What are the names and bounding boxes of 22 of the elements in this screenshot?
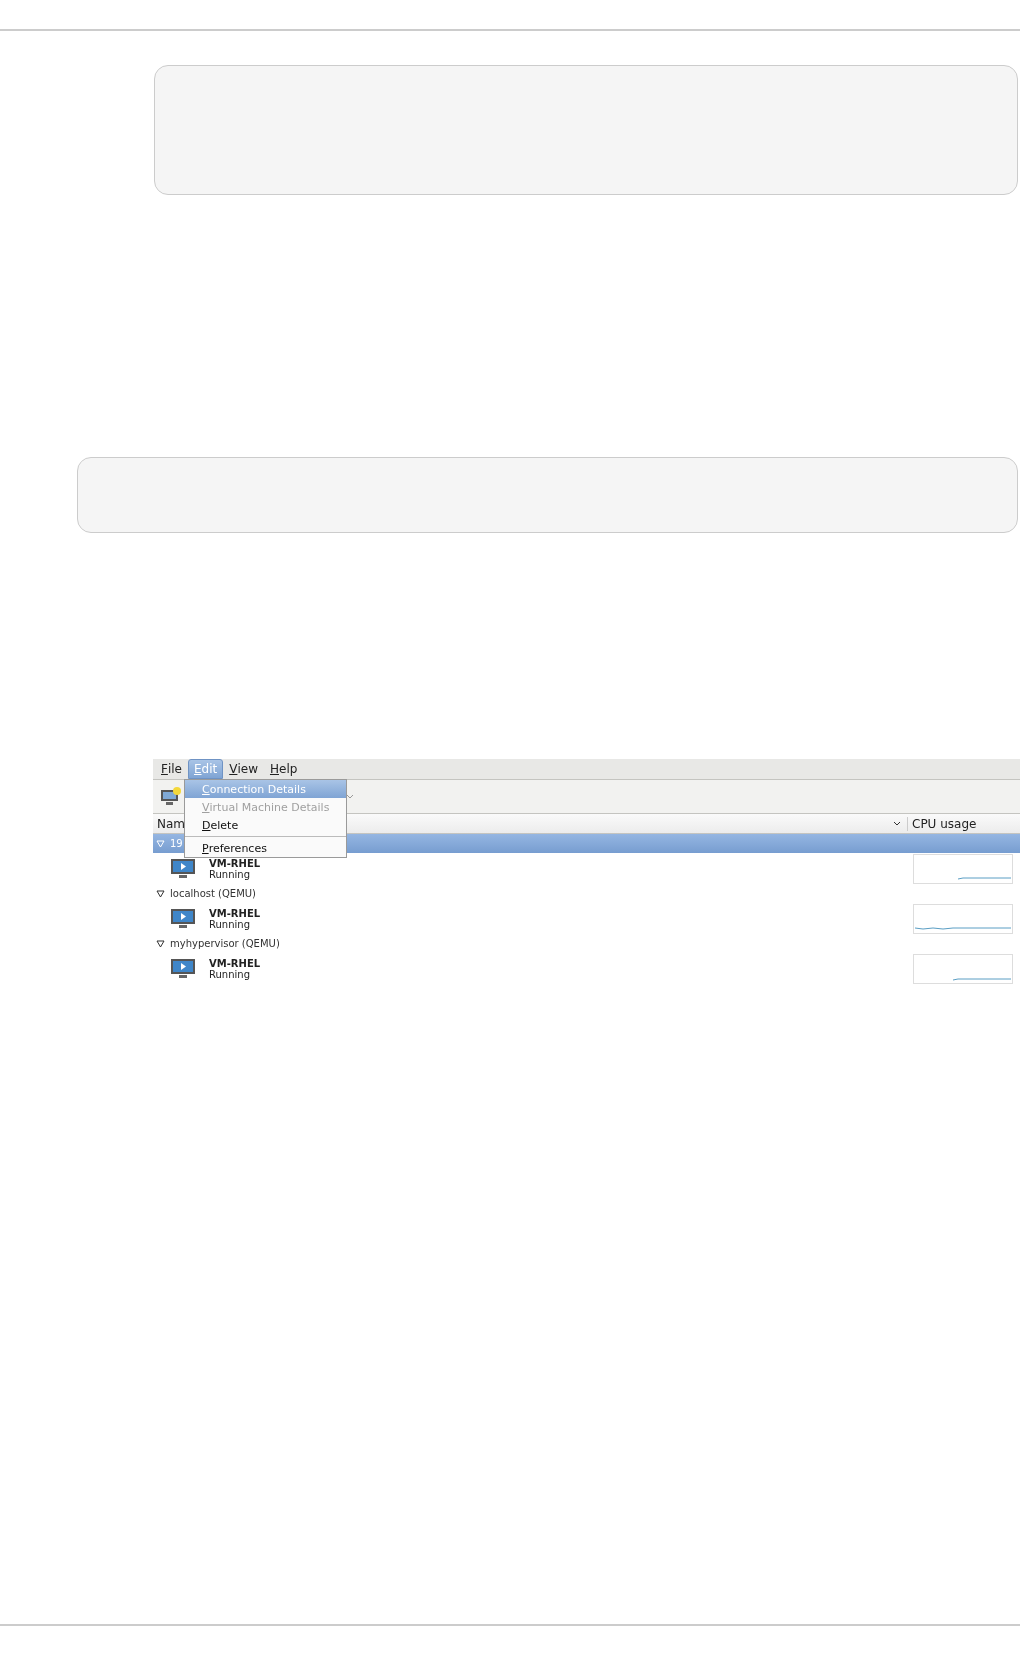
vm-name: VM-RHEL bbox=[209, 907, 262, 919]
vm-status: Running bbox=[209, 868, 251, 880]
group-label: myhypervisor (QEMU) bbox=[170, 938, 280, 949]
column-header[interactable]: CPU usage bbox=[907, 816, 1020, 831]
caret-icon[interactable] bbox=[893, 820, 901, 827]
vm-status: Running bbox=[209, 918, 251, 930]
menu-item[interactable]: Delete bbox=[185, 816, 346, 834]
menu-title[interactable]: View bbox=[223, 759, 264, 779]
group-row[interactable]: myhypervisor (QEMU) bbox=[153, 934, 1020, 953]
group-row[interactable]: localhost (QEMU) bbox=[153, 884, 1020, 903]
menu-title[interactable]: File bbox=[155, 759, 188, 779]
expander-icon[interactable] bbox=[156, 939, 165, 948]
menu-title[interactable]: Help bbox=[263, 759, 304, 779]
vm-status: Running bbox=[209, 968, 251, 980]
vm-name: VM-RHEL bbox=[209, 957, 262, 969]
new-vm-icon[interactable] bbox=[160, 786, 182, 807]
group-label: localhost (QEMU) bbox=[170, 888, 256, 899]
monitor-icon bbox=[170, 907, 196, 930]
monitor-icon bbox=[170, 957, 196, 980]
expander-icon[interactable] bbox=[156, 889, 165, 898]
group-label: 19 bbox=[170, 838, 183, 849]
vm-name: VM-RHEL bbox=[209, 857, 262, 869]
